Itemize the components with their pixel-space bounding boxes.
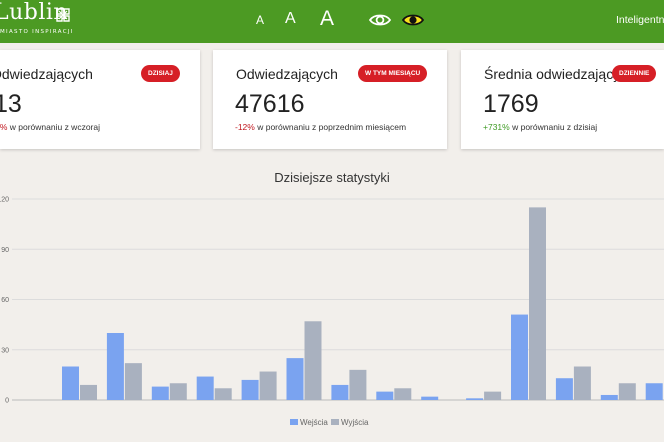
card-change: -% w porównaniu z wczoraj (0, 122, 100, 132)
bar-wyjścia[interactable] (214, 388, 232, 400)
legend-label[interactable]: Wejścia (300, 418, 328, 427)
bar-wejścia[interactable] (645, 383, 663, 400)
top-bar: Lublin MIASTO INSPIRACJI A A A Inteligen… (0, 0, 664, 43)
bar-wyjścia[interactable] (124, 363, 142, 400)
font-size-large-button[interactable]: A (320, 8, 334, 29)
bar-wejścia[interactable] (466, 398, 484, 400)
lublin-logo[interactable]: Lublin MIASTO INSPIRACJI (0, 2, 90, 40)
change-percent: +731% (483, 122, 510, 132)
change-percent: -% (0, 122, 8, 132)
bar-wyjścia[interactable] (618, 383, 636, 400)
change-percent: -12% (235, 122, 255, 132)
change-text: w porównaniu z dzisiaj (512, 122, 598, 132)
card-title: Odwiedzających (236, 66, 338, 82)
bar-wejścia[interactable] (511, 314, 528, 400)
visitors-month-card: Odwiedzających W TYM MIESIĄCU 47616 -12%… (213, 50, 447, 149)
y-tick-label: 30 (1, 347, 9, 354)
bar-wyjścia[interactable] (259, 371, 277, 400)
bar-wejścia[interactable] (62, 366, 79, 401)
bar-wyjścia[interactable] (169, 383, 187, 400)
bar-wejścia[interactable] (421, 396, 439, 400)
inteligentny-link[interactable]: Inteligentny (616, 14, 664, 26)
logo-tagline: MIASTO INSPIRACJI (0, 29, 74, 35)
card-value: 47616 (235, 90, 305, 118)
bar-wejścia[interactable] (376, 391, 394, 400)
y-tick-label: 90 (1, 247, 9, 254)
card-change: +731% w porównaniu z dzisiaj (483, 122, 597, 132)
font-size-medium-button[interactable]: A (285, 11, 296, 27)
legend-swatch (290, 419, 298, 425)
bar-wyjścia[interactable] (80, 384, 97, 400)
card-value: 1769 (483, 90, 539, 118)
bar-wejścia[interactable] (106, 333, 124, 400)
bar-wejścia[interactable] (196, 376, 214, 400)
average-visitors-card: Średnia odwiedzających DZIENNIE 1769 +73… (461, 50, 664, 149)
legend-label[interactable]: Wyjścia (341, 418, 369, 427)
bar-wyjścia[interactable] (573, 366, 591, 401)
today-badge: DZISIAJ (141, 65, 180, 82)
month-badge: W TYM MIESIĄCU (358, 65, 428, 82)
font-size-small-button[interactable]: A (256, 14, 264, 26)
bar-wejścia[interactable] (241, 379, 259, 400)
legend-swatch (331, 419, 339, 425)
bar-wejścia[interactable] (555, 378, 573, 400)
card-change: -12% w porównaniu z poprzednim miesiącem (235, 122, 406, 132)
bar-wejścia[interactable] (151, 386, 169, 400)
daily-badge: DZIENNIE (612, 65, 657, 82)
bar-wyjścia[interactable] (484, 391, 502, 400)
stats-title: Dzisiejsze statystyki (274, 170, 390, 185)
high-contrast-eye-icon[interactable] (402, 12, 424, 28)
card-value: 13 (0, 90, 22, 118)
card-title: Odwiedzających (0, 66, 93, 82)
change-text: w porównaniu z poprzednim miesiącem (257, 122, 407, 132)
bar-wyjścia[interactable] (394, 388, 412, 400)
today-stats-chart: 0 30 60 90 120 Wejścia Wyjścia (0, 197, 664, 427)
y-tick-label: 0 (5, 398, 9, 405)
contrast-eye-icon[interactable] (369, 12, 391, 28)
bar-wyjścia[interactable] (349, 369, 367, 400)
bar-wyjścia[interactable] (304, 321, 322, 400)
bar-wejścia[interactable] (600, 394, 618, 400)
y-tick-label: 120 (0, 197, 9, 204)
logo-glyph-icon (56, 8, 70, 22)
bar-wyjścia[interactable] (529, 207, 546, 400)
change-text: w porównaniu z wczoraj (9, 122, 100, 132)
y-tick-label: 60 (1, 297, 9, 304)
bar-wejścia[interactable] (286, 358, 304, 400)
bar-wejścia[interactable] (331, 384, 349, 400)
visitors-today-card: Odwiedzających DZISIAJ 13 -% w porównani… (0, 50, 200, 149)
